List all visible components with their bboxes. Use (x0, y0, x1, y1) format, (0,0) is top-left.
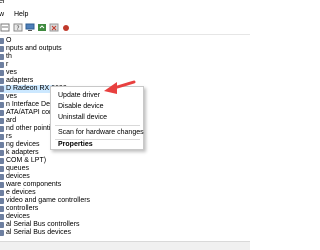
device-icon (0, 94, 4, 100)
device-icon (0, 190, 4, 196)
scan-hardware-icon[interactable] (61, 23, 71, 32)
title-bar: er (0, 0, 250, 7)
device-icon (0, 214, 4, 220)
device-icon (0, 70, 4, 76)
menu-view[interactable]: w (0, 10, 4, 19)
update-driver-icon[interactable] (37, 23, 47, 32)
help-icon[interactable]: ? (13, 23, 23, 32)
display-adapter-icon (0, 86, 4, 92)
device-icon (0, 46, 4, 52)
device-icon (0, 182, 4, 188)
device-icon (0, 54, 4, 60)
update-driver-menu-item[interactable]: Update driver (58, 91, 100, 100)
scan-hardware-menu-item[interactable]: Scan for hardware changes (58, 128, 144, 137)
svg-text:?: ? (16, 25, 19, 32)
device-icon (0, 206, 4, 212)
device-icon (0, 174, 4, 180)
disable-device-menu-item[interactable]: Disable device (58, 102, 104, 111)
device-icon (0, 102, 4, 108)
device-icon (0, 158, 4, 164)
uninstall-device-menu-item[interactable]: Uninstall device (58, 113, 107, 122)
device-icon (0, 38, 4, 44)
device-icon (0, 134, 4, 140)
device-list-icon[interactable] (0, 23, 10, 32)
device-icon (0, 126, 4, 132)
device-icon (0, 142, 4, 148)
menu-separator (55, 125, 140, 126)
device-icon (0, 198, 4, 204)
device-icon (0, 110, 4, 116)
context-menu: Update driver Disable device Uninstall d… (50, 86, 144, 150)
usb-icon (0, 230, 4, 236)
device-icon (0, 150, 4, 156)
properties-menu-item[interactable]: Properties (58, 140, 93, 149)
tree-item-selected[interactable]: D Radeon RX 6600 (0, 85, 67, 93)
device-icon (0, 166, 4, 172)
menu-bar: w Help (0, 9, 250, 20)
usb-icon (0, 222, 4, 228)
device-icon (0, 62, 4, 68)
device-icon (0, 118, 4, 124)
menu-help[interactable]: Help (14, 10, 28, 19)
toolbar: ? (0, 21, 250, 35)
remove-device-icon[interactable] (49, 23, 59, 32)
window-title: er (0, 0, 6, 5)
device-icon (0, 78, 4, 84)
monitor-icon[interactable] (25, 23, 35, 32)
status-bar (0, 241, 250, 250)
